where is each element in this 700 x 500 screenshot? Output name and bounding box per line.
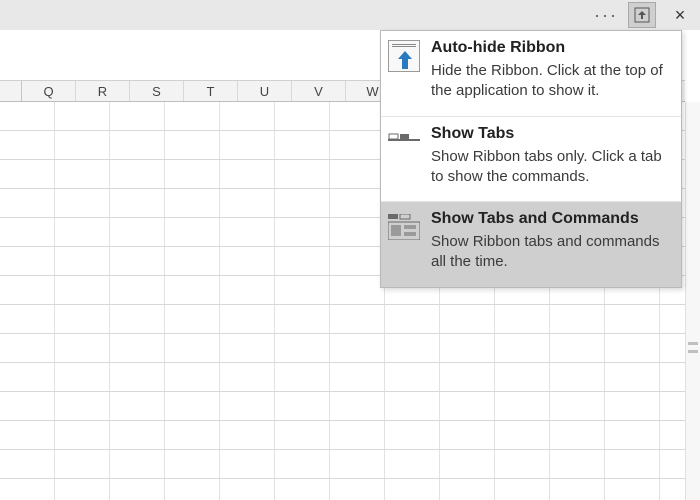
column-header[interactable]: Q: [22, 81, 76, 101]
menu-item-show-tabs-and-commands[interactable]: Show Tabs and Commands Show Ribbon tabs …: [381, 202, 681, 287]
column-header[interactable]: R: [76, 81, 130, 101]
column-header[interactable]: S: [130, 81, 184, 101]
ribbon-display-options-button[interactable]: [628, 2, 656, 28]
close-window-button[interactable]: ×: [660, 0, 700, 30]
scroll-marker: [688, 350, 698, 353]
titlebar: ··· ×: [0, 0, 700, 30]
menu-item-title: Show Tabs: [431, 125, 671, 143]
menu-item-auto-hide-ribbon[interactable]: Auto-hide Ribbon Hide the Ribbon. Click …: [381, 31, 681, 117]
column-header[interactable]: U: [238, 81, 292, 101]
select-all-corner[interactable]: [0, 81, 22, 101]
column-header[interactable]: V: [292, 81, 346, 101]
column-header[interactable]: T: [184, 81, 238, 101]
show-tabs-commands-icon: [387, 210, 421, 244]
menu-item-title: Show Tabs and Commands: [431, 210, 671, 228]
menu-item-desc: Show Ribbon tabs only. Click a tab to sh…: [431, 147, 671, 188]
vertical-scrollbar[interactable]: [685, 102, 700, 500]
show-tabs-icon: [387, 125, 421, 159]
menu-item-desc: Show Ribbon tabs and commands all the ti…: [431, 232, 671, 273]
ribbon-display-options-menu: Auto-hide Ribbon Hide the Ribbon. Click …: [380, 30, 682, 288]
auto-hide-ribbon-icon: [387, 39, 421, 73]
ribbon-display-icon: [634, 7, 650, 23]
menu-item-title: Auto-hide Ribbon: [431, 39, 671, 57]
scroll-marker: [688, 342, 698, 345]
menu-item-desc: Hide the Ribbon. Click at the top of the…: [431, 61, 671, 102]
menu-item-show-tabs[interactable]: Show Tabs Show Ribbon tabs only. Click a…: [381, 117, 681, 203]
overflow-menu-button[interactable]: ···: [588, 5, 624, 26]
